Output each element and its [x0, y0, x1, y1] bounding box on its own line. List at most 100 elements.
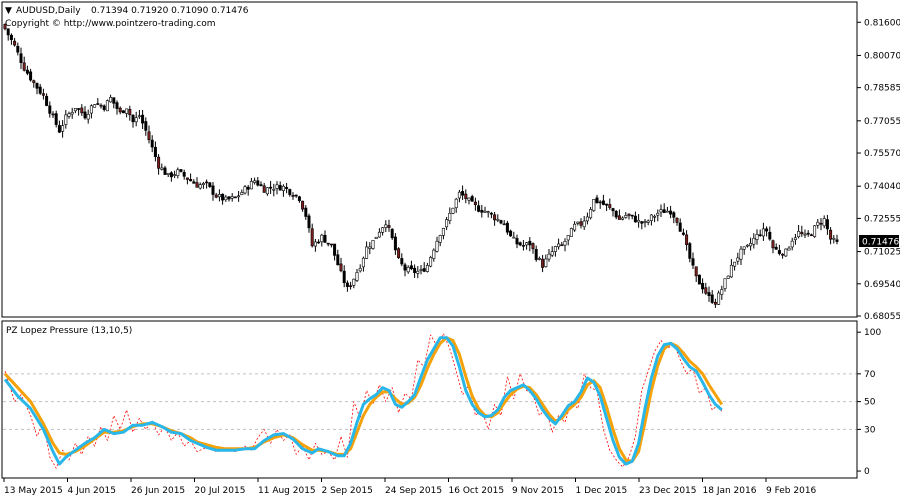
candle-body [29, 71, 33, 81]
time-axis-label: 20 Jul 2015 [195, 486, 246, 496]
candle-body [470, 196, 474, 202]
candle-body [457, 191, 461, 199]
candle-body [195, 182, 199, 188]
candle-body [525, 242, 529, 246]
indicator-axis-label: 100 [864, 328, 881, 338]
candle-body [640, 221, 644, 224]
candle-body [349, 285, 353, 287]
candle-body [493, 214, 497, 221]
menu-arrow-icon[interactable]: ▼ [5, 6, 12, 16]
candle-body [435, 240, 439, 252]
candle-body [269, 186, 273, 189]
candle-body [560, 244, 564, 247]
time-axis-label: 11 Aug 2015 [258, 486, 316, 496]
candle-body [83, 111, 87, 119]
candle-body [413, 267, 417, 273]
candle-body [237, 195, 241, 198]
candle-body [365, 246, 369, 259]
candle-body [221, 193, 225, 201]
price-axis-label: 0.71025 [864, 248, 900, 258]
candle-body [403, 264, 407, 271]
candle-body [528, 240, 532, 246]
candle-body [131, 114, 135, 123]
candle-body [496, 218, 500, 221]
price-axis-label: 0.74040 [864, 182, 900, 192]
candle-body [9, 34, 13, 41]
candle-body [89, 105, 93, 114]
candle-body [176, 169, 180, 176]
candle-body [233, 196, 237, 199]
candle-body [240, 192, 244, 195]
candle-body [816, 221, 820, 226]
candle-body [701, 282, 705, 290]
candle-body [307, 215, 311, 229]
candle-body [521, 244, 525, 247]
candle-body [355, 272, 359, 281]
candle-body [752, 237, 756, 245]
candle-body [441, 228, 445, 236]
candle-body [445, 219, 449, 228]
candle-body [253, 180, 257, 183]
candle-body [761, 228, 765, 237]
price-axis-label: 0.80070 [864, 51, 900, 61]
candle-body [400, 258, 404, 265]
candle-body [675, 217, 679, 223]
candle-body [704, 287, 708, 294]
candle-body [665, 210, 669, 213]
candle-body [688, 243, 692, 259]
candle-body [99, 104, 103, 107]
candle-body [512, 236, 516, 239]
candle-body [134, 117, 138, 123]
candle-body [585, 216, 589, 222]
time-axis-label: 1 Dec 2015 [576, 486, 628, 496]
candle-body [297, 196, 301, 201]
candle-body [361, 257, 365, 268]
candle-body [285, 187, 289, 189]
candle-body [227, 196, 231, 200]
candle-body [6, 28, 10, 36]
candle-body [102, 105, 106, 110]
price-axis-label: 0.72555 [864, 214, 900, 224]
candle-body [384, 224, 388, 228]
candle-body [739, 248, 743, 260]
candle-body [304, 207, 308, 217]
candle-body [192, 181, 196, 184]
candle-body [189, 179, 193, 182]
candle-body [633, 215, 637, 223]
candle-body [259, 184, 263, 187]
candle-body [768, 231, 772, 240]
candle-body [326, 242, 330, 245]
candle-body [61, 125, 65, 132]
candle-body [77, 108, 81, 110]
candle-body [669, 210, 673, 215]
time-axis-label: 24 Sep 2015 [385, 486, 442, 496]
candle-body [70, 111, 74, 115]
candle-body [224, 196, 228, 201]
candle-body [566, 235, 570, 241]
candle-body [22, 62, 26, 71]
candle-body [198, 184, 202, 189]
candle-body [717, 292, 721, 305]
candle-body [710, 294, 714, 303]
candle-body [742, 246, 746, 250]
candle-body [582, 220, 586, 228]
candle-body [630, 214, 634, 217]
candle-body [486, 211, 490, 213]
candle-body [217, 194, 221, 198]
time-axis-label: 18 Jan 2016 [703, 486, 757, 496]
candle-body [601, 200, 605, 205]
candle-body [617, 215, 621, 220]
symbol-label: AUDUSD,Daily [16, 6, 81, 16]
candle-body [451, 207, 455, 214]
candle-body [685, 234, 689, 245]
candle-body [624, 215, 628, 218]
time-axis-label: 13 May 2015 [4, 486, 63, 496]
candle-body [211, 185, 215, 195]
candle-body [25, 69, 29, 74]
candle-body [697, 274, 701, 285]
candle-body [643, 221, 647, 223]
indicator-axis-label: 50 [864, 398, 876, 408]
candle-body [784, 248, 788, 257]
candle-body [179, 169, 183, 172]
candle-body [489, 212, 493, 215]
